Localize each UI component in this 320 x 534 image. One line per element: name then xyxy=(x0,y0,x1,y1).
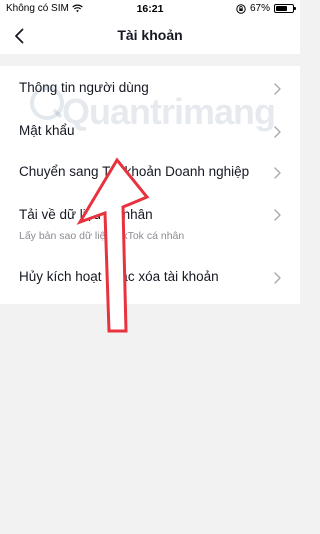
menu-item-deactivate-delete[interactable]: Hủy kích hoạt hoặc xóa tài khoản xyxy=(0,258,300,304)
menu-item-label: Chuyển sang Tài khoản Doanh nghiệp xyxy=(19,164,250,179)
menu-item-label: Hủy kích hoạt hoặc xóa tài khoản xyxy=(19,269,219,284)
chevron-right-icon xyxy=(274,126,281,138)
battery-level-fill xyxy=(276,6,287,11)
chevron-right-icon xyxy=(274,272,281,284)
menu-item-switch-business[interactable]: Chuyển sang Tài khoản Doanh nghiệp xyxy=(0,152,300,194)
account-settings-list: Thông tin người dùng Mật khẩu Chuyển san… xyxy=(0,66,300,304)
chevron-right-icon xyxy=(274,83,281,95)
menu-item-password[interactable]: Mật khẩu xyxy=(0,110,300,152)
menu-item-label: Tải về dữ liệu cá nhân xyxy=(19,207,153,222)
menu-item-label: Mật khẩu xyxy=(19,123,75,138)
status-bar: Không có SIM 16:21 67% xyxy=(0,0,300,18)
menu-item-label: Thông tin người dùng xyxy=(19,80,149,95)
menu-item-user-info[interactable]: Thông tin người dùng xyxy=(0,66,300,110)
battery-icon xyxy=(274,4,296,13)
page-title: Tài khoản xyxy=(117,27,183,43)
nav-header: Tài khoản xyxy=(0,18,300,54)
menu-item-download-data[interactable]: Tải về dữ liệu cá nhân Lấy bản sao dữ li… xyxy=(0,194,300,258)
status-right-group: 67% xyxy=(236,3,296,14)
chevron-right-icon xyxy=(274,209,281,221)
chevron-right-icon xyxy=(274,167,281,179)
lock-rotation-icon xyxy=(236,3,246,14)
menu-item-sublabel: Lấy bản sao dữ liệu TikTok cá nhân xyxy=(19,230,185,242)
battery-percent: 67% xyxy=(249,3,270,14)
